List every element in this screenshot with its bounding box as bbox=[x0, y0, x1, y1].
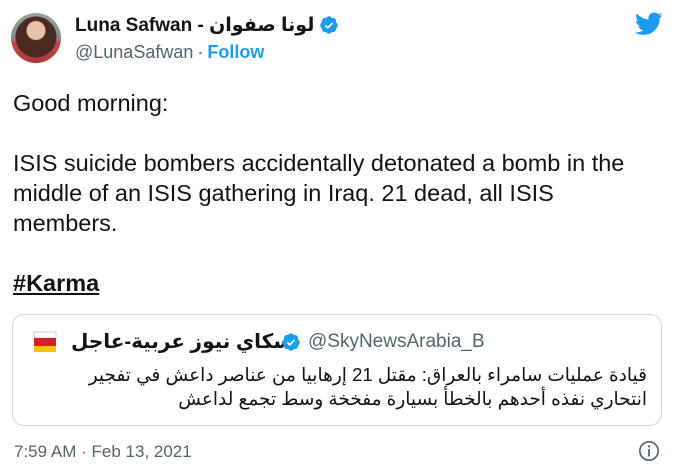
separator-dot: · bbox=[197, 41, 204, 62]
sky-news-logo bbox=[33, 331, 57, 355]
handle-row: @LunaSafwan · Follow bbox=[75, 40, 593, 64]
follow-button[interactable]: Follow bbox=[207, 42, 264, 63]
tweet-header: Luna Safwan - لونا صفوان @LunaSafwan · F… bbox=[75, 13, 593, 64]
author-display-name[interactable]: Luna Safwan - لونا صفوان bbox=[75, 14, 314, 37]
quoted-text: قيادة عمليات سامراء بالعراق: مقتل 21 إره… bbox=[88, 364, 647, 409]
quoted-handle[interactable]: @SkyNewsArabia_B bbox=[308, 331, 485, 353]
author-handle[interactable]: @LunaSafwan bbox=[75, 42, 193, 63]
twitter-bird-icon[interactable] bbox=[635, 12, 663, 36]
info-icon[interactable] bbox=[638, 440, 660, 462]
name-row: Luna Safwan - لونا صفوان bbox=[75, 13, 593, 37]
verified-icon bbox=[320, 16, 339, 34]
tweet-time: 7:59 AM bbox=[14, 442, 77, 461]
verified-icon bbox=[282, 333, 300, 351]
quoted-display-name[interactable]: سكاي نيوز عربية-عاجل bbox=[71, 329, 293, 354]
separator-dot: · bbox=[81, 442, 87, 461]
hashtag-link[interactable]: #Karma bbox=[13, 270, 99, 296]
avatar[interactable] bbox=[11, 13, 61, 63]
tweet-text: Good morning: ISIS suicide bombers accid… bbox=[13, 88, 663, 298]
tweet-body: Good morning: ISIS suicide bombers accid… bbox=[13, 90, 625, 236]
tweet-timestamp[interactable]: 7:59 AM · Feb 13, 2021 bbox=[14, 442, 192, 462]
tweet-date: Feb 13, 2021 bbox=[91, 442, 192, 461]
quoted-tweet[interactable]: سكاي نيوز عربية-عاجل @SkyNewsArabia_B قي… bbox=[12, 314, 662, 426]
